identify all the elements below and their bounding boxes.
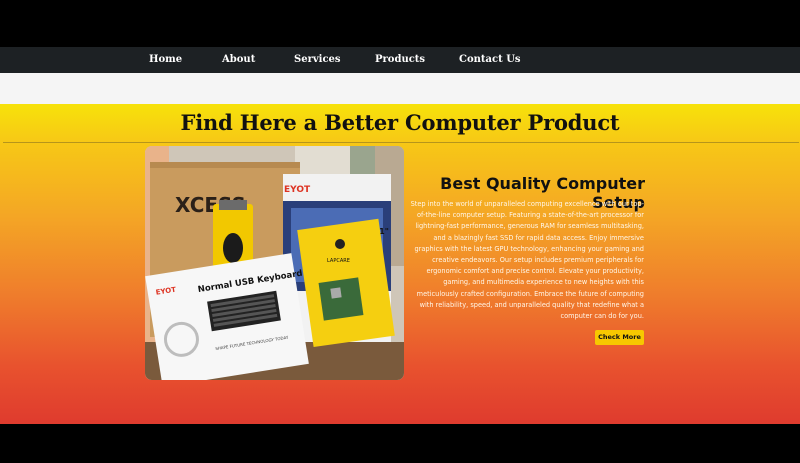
nav-services-link[interactable]: Services bbox=[294, 47, 341, 73]
main-navbar: Home About Services Products Contact Us bbox=[0, 47, 800, 73]
svg-text:EYOT: EYOT bbox=[284, 185, 311, 195]
bottom-black-bar bbox=[0, 424, 800, 463]
nav-about-link[interactable]: About bbox=[222, 47, 255, 73]
hero-divider bbox=[3, 142, 799, 143]
nav-products-link[interactable]: Products bbox=[375, 47, 425, 73]
svg-text:LAPCARE: LAPCARE bbox=[327, 258, 350, 264]
header-spacer-strip bbox=[0, 73, 800, 104]
top-black-bar bbox=[0, 0, 800, 47]
check-more-button[interactable]: Check More bbox=[595, 330, 644, 345]
product-photo: XCESS EYOT 15.1" LAPCARE bbox=[145, 146, 404, 380]
nav-contact-link[interactable]: Contact Us bbox=[459, 47, 521, 73]
hero-title: Find Here a Better Computer Product bbox=[180, 110, 620, 135]
hero-section: Find Here a Better Computer Product XCES… bbox=[0, 104, 800, 424]
feature-description: Step into the world of unparalleled comp… bbox=[410, 200, 644, 321]
nav-home-link[interactable]: Home bbox=[149, 47, 182, 73]
